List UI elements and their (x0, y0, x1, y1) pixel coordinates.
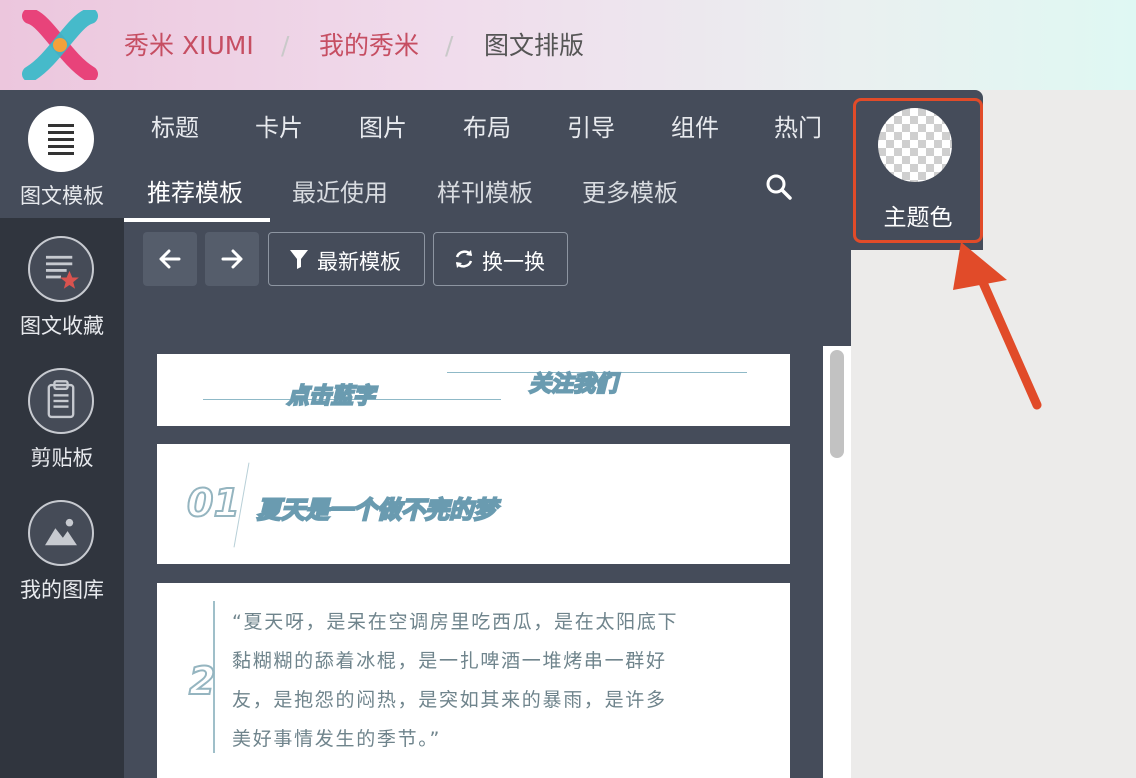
tab-card[interactable]: 卡片 (255, 108, 303, 143)
subtab-underline (124, 218, 270, 222)
breadcrumb-current: 图文排版 (484, 31, 585, 60)
tab-component[interactable]: 组件 (671, 108, 719, 143)
nav-item-label: 剪贴板 (30, 446, 94, 470)
template-card-summer-poem[interactable]: 2 “夏天呀，是呆在空调房里吃西瓜，是在太阳底下 黏糊糊的舔着冰棍，是一扎啤酒一… (157, 583, 790, 778)
nav-item-gallery[interactable]: 我的图库 (0, 500, 124, 612)
follow-left-text: 点击蓝字 (286, 383, 376, 410)
favorites-icon (28, 236, 94, 302)
scrollbar-thumb[interactable] (830, 350, 844, 458)
refresh-icon (455, 250, 473, 268)
xiumi-logo[interactable] (22, 10, 98, 80)
clipboard-icon (28, 368, 94, 434)
header-bar: 秀米 XIUMI / 我的秀米 / 图文排版 (0, 0, 1136, 90)
prev-button[interactable] (143, 232, 197, 286)
breadcrumb-brand[interactable]: 秀米 XIUMI (124, 30, 254, 62)
summer-number: 01 (186, 480, 241, 526)
tab-title[interactable]: 标题 (151, 108, 199, 143)
theme-color-label[interactable]: 主题色 (853, 198, 983, 232)
latest-templates-label: 最新模板 (317, 250, 401, 274)
tab-popular[interactable]: 热门 (774, 108, 822, 143)
tab-image[interactable]: 图片 (359, 108, 407, 143)
gallery-icon (28, 500, 94, 566)
nav-item-clipboard[interactable]: 剪贴板 (0, 368, 124, 480)
next-button[interactable] (205, 232, 259, 286)
breadcrumb-separator: / (281, 31, 290, 60)
search-icon[interactable] (765, 173, 793, 201)
tab-guide[interactable]: 引导 (567, 108, 615, 143)
tab-layout[interactable]: 布局 (463, 108, 511, 143)
poem-line: “夏天呀，是呆在空调房里吃西瓜，是在太阳底下 (232, 611, 679, 633)
filter-icon (290, 250, 308, 269)
poem-line: 美好事情发生的季节。” (232, 728, 442, 750)
subtab-more[interactable]: 更多模板 (582, 173, 678, 208)
left-nav: 图文模板 图文收藏 剪贴板 我的图库 (0, 90, 124, 778)
arrow-right-icon (221, 249, 243, 269)
nav-item-label: 图文收藏 (20, 314, 104, 338)
pointer-arrow-icon (953, 242, 1042, 410)
shuffle-label: 换一换 (482, 250, 545, 274)
nav-item-favorites[interactable]: 图文收藏 (0, 236, 124, 348)
latest-templates-button[interactable]: 最新模板 (268, 232, 425, 286)
breadcrumb-separator: / (445, 31, 454, 60)
poem-number: 2 (188, 658, 216, 704)
subtab-recent[interactable]: 最近使用 (292, 173, 388, 208)
follow-right-text: 关注我们 (528, 371, 618, 398)
theme-color-swatch[interactable] (878, 108, 952, 182)
poem-line: 友，是抱怨的闷热，是突如其来的暴雨，是许多 (232, 689, 667, 711)
breadcrumb-my-xiumi[interactable]: 我的秀米 (319, 30, 419, 62)
poem-line: 黏糊糊的舔着冰棍，是一扎啤酒一堆烤串一群好 (232, 650, 667, 672)
template-card-follow[interactable]: 点击蓝字 关注我们 (157, 354, 790, 426)
arrow-left-icon (159, 249, 181, 269)
template-card-summer-title[interactable]: 01 夏天是一个做不完的梦 (157, 444, 790, 564)
nav-item-templates[interactable]: 图文模板 (0, 106, 124, 218)
nav-item-label: 图文模板 (20, 184, 104, 208)
summer-title: 夏天是一个做不完的梦 (256, 495, 498, 525)
subtab-recommended[interactable]: 推荐模板 (147, 173, 243, 208)
template-list-icon (28, 106, 94, 172)
shuffle-button[interactable]: 换一换 (433, 232, 568, 286)
subtab-sample[interactable]: 样刊模板 (437, 173, 533, 208)
nav-item-label: 我的图库 (20, 578, 104, 602)
